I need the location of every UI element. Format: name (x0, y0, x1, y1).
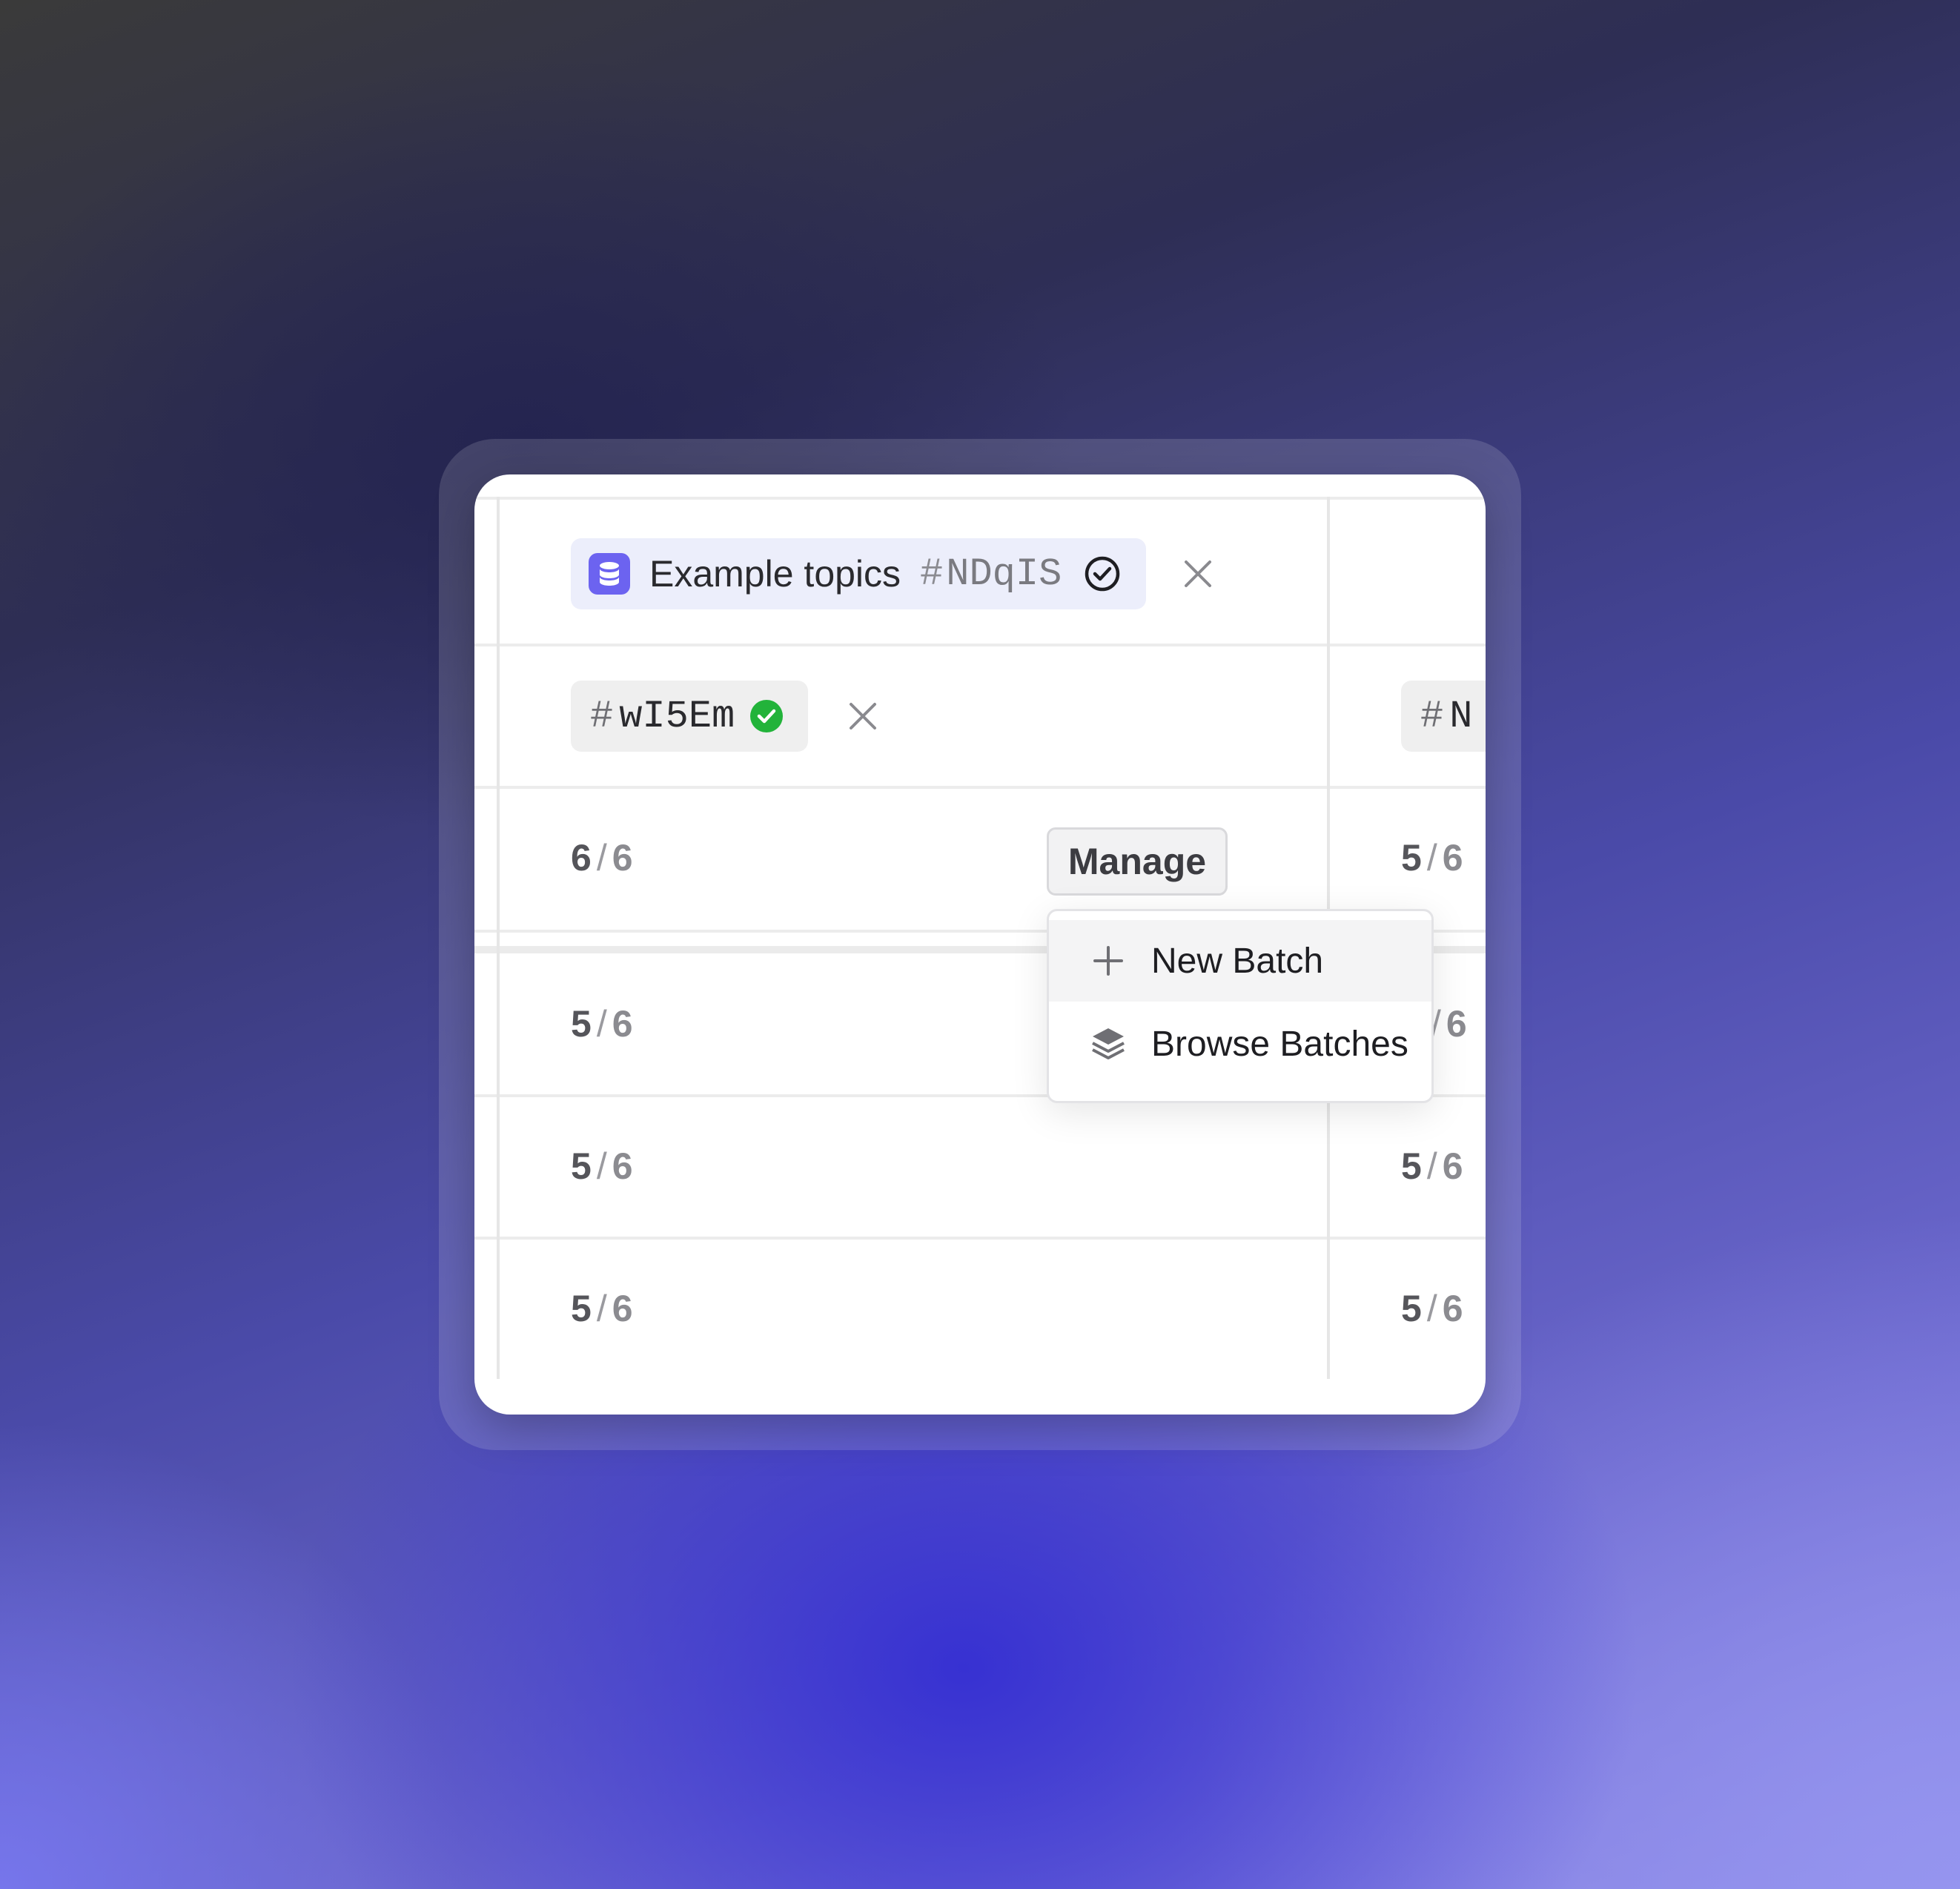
menu-item-browse-batches[interactable]: Browse Batches (1049, 1003, 1431, 1085)
score-value: 5 (1401, 1145, 1423, 1187)
score-cell: 5/6 (1401, 1287, 1464, 1330)
score-total: 6 (1442, 1288, 1464, 1329)
layers-icon (1086, 1022, 1130, 1066)
score-value: 6 (571, 837, 592, 879)
topic-id-value: NDqIS (946, 552, 1062, 596)
hash-symbol: # (1420, 694, 1444, 738)
divider (474, 1237, 1486, 1240)
score-separator: / (596, 1003, 608, 1045)
score-value: 5 (571, 1288, 592, 1329)
topic-chip[interactable]: Example topics # NDqIS (571, 538, 1146, 609)
hash-symbol: # (590, 694, 614, 738)
score-value: 5 (1401, 1288, 1423, 1329)
batch-id: wI5Em (619, 694, 735, 738)
score-value: 5 (571, 1145, 592, 1187)
hash-symbol: # (920, 552, 944, 596)
score-total: 6 (612, 837, 634, 879)
plus-icon (1086, 939, 1130, 983)
batch-id: N (1449, 694, 1473, 738)
divider (474, 644, 1486, 646)
menu-item-new-batch[interactable]: New Batch (1049, 920, 1431, 1002)
topic-title: Example topics (649, 553, 901, 595)
score-separator: / (596, 837, 608, 879)
close-icon (1185, 560, 1211, 587)
check-circle-icon (1084, 555, 1121, 592)
score-cell: 5/6 (571, 1145, 634, 1188)
close-icon (850, 703, 876, 730)
remove-topic-button[interactable] (1176, 552, 1220, 596)
score-value: 5 (1401, 837, 1423, 879)
score-cell: 6/6 (571, 836, 634, 879)
score-separator: / (1426, 1145, 1438, 1187)
score-cell: 5/6 (1401, 1145, 1464, 1188)
score-total: 6 (612, 1003, 634, 1045)
menu-item-label: New Batch (1151, 941, 1324, 981)
score-separator: / (596, 1145, 608, 1187)
score-separator: / (1426, 837, 1438, 879)
score-separator: / (1426, 1288, 1438, 1329)
remove-batch-button[interactable] (841, 694, 885, 738)
batch-chip[interactable]: # wI5Em (571, 681, 808, 752)
manage-button[interactable]: Manage (1047, 827, 1228, 896)
score-value: 5 (571, 1003, 592, 1045)
manage-dropdown-menu: New Batch Browse Batches (1047, 909, 1434, 1103)
score-cell: 5/6 (571, 1287, 634, 1330)
score-total: 6 (1442, 837, 1464, 879)
database-icon (589, 553, 630, 595)
score-total: 6 (612, 1145, 634, 1187)
score-cell: 5/6 (1401, 836, 1464, 879)
score-total: 6 (1446, 1003, 1468, 1045)
column-divider (497, 497, 500, 1379)
menu-item-label: Browse Batches (1151, 1024, 1408, 1064)
batch-chip[interactable]: # N (1401, 681, 1486, 752)
divider (474, 497, 1486, 500)
score-total: 6 (612, 1288, 634, 1329)
check-circle-filled-icon (749, 699, 784, 733)
score-separator: / (596, 1288, 608, 1329)
score-cell: 5/6 (571, 1002, 634, 1045)
topic-id: # NDqIS (920, 552, 1062, 596)
score-total: 6 (1442, 1145, 1464, 1187)
batch-table-card: Example topics # NDqIS # wI5Em # N 6 / 6… (474, 474, 1486, 1415)
divider (474, 786, 1486, 789)
